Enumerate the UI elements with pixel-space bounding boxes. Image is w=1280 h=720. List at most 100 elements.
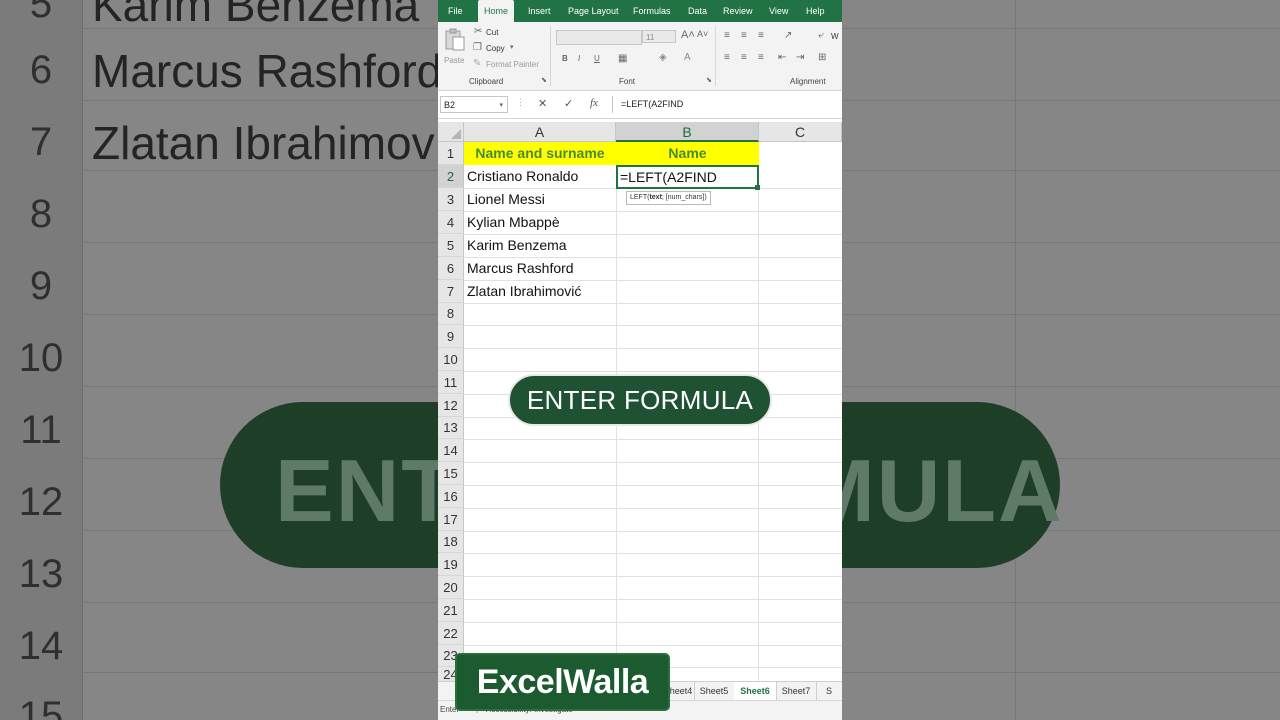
cut-button[interactable]: Cut — [486, 28, 498, 37]
column-header-c[interactable]: C — [759, 122, 842, 142]
table-cell[interactable]: Kylian Mbappè — [464, 211, 616, 234]
format-painter-button[interactable]: Format Painter — [486, 60, 539, 69]
row-header[interactable]: 14 — [438, 439, 464, 462]
insert-function-icon[interactable]: fx — [590, 97, 598, 109]
table-cell[interactable]: Zlatan Ibrahimović — [464, 280, 616, 303]
table-cell[interactable]: Cristiano Ronaldo — [464, 165, 616, 188]
italic-button[interactable]: I — [578, 54, 580, 63]
align-top-icon[interactable]: ≡ — [724, 30, 730, 41]
paste-label: Paste — [444, 56, 465, 65]
tab-page-layout[interactable]: Page Layout — [568, 0, 619, 22]
wrap-text-icon[interactable]: ⤶ — [818, 30, 824, 41]
row-header[interactable]: 8 — [438, 303, 464, 325]
font-color-icon[interactable]: A — [684, 52, 691, 63]
increase-font-icon[interactable]: A˄ — [681, 29, 695, 41]
orientation-icon[interactable]: ↗ — [784, 30, 792, 41]
clipboard-group-label: Clipboard — [469, 77, 504, 86]
formula-input[interactable]: =LEFT(A2FIND — [612, 96, 842, 113]
bg-row-number: 8 — [29, 192, 53, 236]
dialog-launcher-icon[interactable]: ⬊ — [706, 76, 712, 84]
header-cell-name[interactable]: Name — [616, 142, 759, 165]
bg-row-number: 5 — [29, 0, 53, 26]
bg-row-number: 6 — [29, 48, 53, 92]
name-box[interactable]: B2 ▾ — [440, 96, 508, 113]
dialog-launcher-icon[interactable]: ⬊ — [541, 76, 547, 84]
sheet-tab-active[interactable]: Sheet6 — [734, 682, 777, 702]
decrease-font-icon[interactable]: A˅ — [697, 29, 708, 39]
chevron-down-icon: ▾ — [499, 102, 503, 109]
chevron-down-icon: ▾ — [510, 44, 514, 51]
row-header[interactable]: 21 — [438, 599, 464, 622]
align-center-icon[interactable]: ≡ — [741, 52, 747, 63]
bg-row-number: 10 — [18, 336, 64, 380]
row-header[interactable]: 10 — [438, 348, 464, 371]
row-header[interactable]: 9 — [438, 325, 464, 348]
row-header[interactable]: 6 — [438, 257, 464, 280]
row-header[interactable]: 5 — [438, 234, 464, 257]
table-cell[interactable]: Marcus Rashford — [464, 257, 616, 280]
row-header[interactable]: 4 — [438, 211, 464, 234]
copy-icon: ❐ — [473, 42, 482, 53]
row-header[interactable]: 2 — [438, 165, 464, 188]
row-header[interactable]: 22 — [438, 622, 464, 645]
paste-button[interactable]: Paste — [442, 26, 468, 70]
column-header-b[interactable]: B — [616, 122, 759, 142]
more-icon: ⋮ — [516, 97, 525, 107]
sheet-tab[interactable]: Sheet7 — [776, 682, 817, 700]
cancel-icon[interactable]: ✕ — [538, 97, 547, 110]
row-header[interactable]: 15 — [438, 462, 464, 485]
font-group-label: Font — [619, 77, 636, 86]
align-bottom-icon[interactable]: ≡ — [758, 30, 764, 41]
tab-insert[interactable]: Insert — [528, 0, 551, 22]
active-cell-b2[interactable]: =LEFT(A2FIND — [616, 165, 759, 189]
tooltip-arg-text: text — [649, 194, 662, 201]
tab-help[interactable]: Help — [806, 0, 825, 22]
align-right-icon[interactable]: ≡ — [758, 52, 764, 63]
enter-icon[interactable]: ✓ — [564, 97, 573, 110]
row-header[interactable]: 16 — [438, 485, 464, 508]
tab-home[interactable]: Home — [478, 0, 514, 22]
row-header[interactable]: 7 — [438, 280, 464, 303]
tab-formulas[interactable]: Formulas — [633, 0, 671, 22]
row-header[interactable]: 17 — [438, 508, 464, 531]
column-header-a[interactable]: A — [464, 122, 616, 142]
decrease-indent-icon[interactable]: ⇤ — [778, 52, 786, 63]
row-header[interactable]: 13 — [438, 417, 464, 439]
font-name-select[interactable] — [556, 30, 642, 45]
tab-review[interactable]: Review — [723, 0, 753, 22]
bg-name: Karim Benzema — [92, 0, 420, 31]
font-size-select[interactable]: 11 — [642, 30, 676, 43]
underline-button[interactable]: U — [594, 54, 600, 63]
align-left-icon[interactable]: ≡ — [724, 52, 730, 63]
row-header[interactable]: 19 — [438, 553, 464, 576]
row-header[interactable]: 12 — [438, 394, 464, 417]
align-middle-icon[interactable]: ≡ — [741, 30, 747, 41]
copy-button[interactable]: Copy — [486, 44, 505, 53]
merge-center-icon[interactable]: ⊞ — [818, 52, 826, 63]
table-cell[interactable]: Lionel Messi — [464, 188, 616, 211]
format-painter-icon: ✎ — [473, 58, 482, 69]
row-header[interactable]: 3 — [438, 188, 464, 211]
tab-file[interactable]: File — [448, 0, 463, 22]
bold-button[interactable]: B — [562, 54, 568, 63]
fill-color-icon[interactable]: ◈ — [659, 52, 667, 63]
bg-name: Zlatan Ibrahimov — [92, 117, 435, 169]
worksheet-grid: A B C 1 2 3 4 5 6 7 8 9 10 11 12 13 14 1… — [438, 122, 842, 682]
header-cell-name-and-surname[interactable]: Name and surname — [464, 142, 616, 165]
fill-handle[interactable] — [755, 185, 760, 190]
row-header[interactable]: 18 — [438, 531, 464, 553]
tab-view[interactable]: View — [769, 0, 788, 22]
select-all-button[interactable] — [438, 122, 464, 142]
sheet-tab[interactable]: Sheet5 — [694, 682, 735, 700]
function-tooltip: LEFT(text; [num_chars]) — [626, 191, 711, 205]
row-header[interactable]: 20 — [438, 576, 464, 599]
ribbon: Paste ✂ Cut ❐ Copy ▾ ✎ Format Painter Cl… — [438, 22, 842, 91]
sheet-tab[interactable]: S — [816, 682, 842, 700]
row-header[interactable]: 11 — [438, 371, 464, 394]
row-header[interactable]: 1 — [438, 142, 464, 165]
borders-icon[interactable]: ▦ — [618, 53, 627, 64]
table-cell[interactable]: Karim Benzema — [464, 234, 616, 257]
excelwalla-logo: ExcelWalla — [457, 655, 668, 709]
increase-indent-icon[interactable]: ⇥ — [796, 52, 804, 63]
tab-data[interactable]: Data — [688, 0, 707, 22]
